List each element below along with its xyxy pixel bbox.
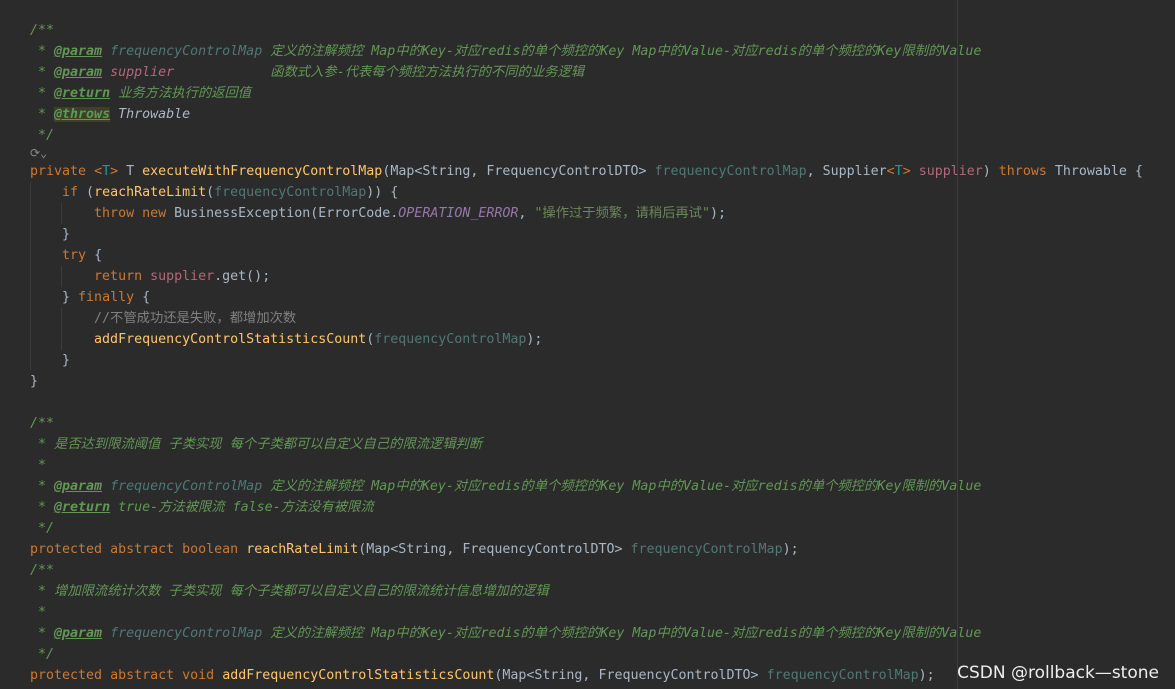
code-line: * [30, 455, 46, 476]
code-text: } [30, 374, 39, 389]
code-text: * [30, 605, 47, 620]
code-text: * @param frequencyControlMap 定义的注解频控 Map… [30, 44, 982, 59]
code-line: * 增加限流统计次数 子类实现 每个子类都可以自定义自己的限流统计信息增加的逻辑 [30, 581, 549, 602]
code-line: /** [30, 560, 54, 581]
code-line: protected abstract void addFrequencyCont… [30, 665, 935, 686]
code-line: * @param frequencyControlMap 定义的注解频控 Map… [30, 41, 981, 62]
code-line: } [30, 350, 70, 371]
code-line: } finally { [30, 287, 150, 308]
code-text: * @return true-方法被限流 false-方法没有被限流 [30, 500, 374, 515]
code-editor[interactable]: ⟳⌄ /** * @param frequencyControlMap 定义的注… [0, 0, 1175, 689]
code-line: try { [30, 245, 102, 266]
code-line: return supplier.get(); [30, 266, 270, 287]
code-line: protected abstract boolean reachRateLimi… [30, 539, 799, 560]
code-text: //不管成功还是失败，都增加次数 [94, 311, 297, 326]
code-text: */ [30, 128, 55, 143]
code-line: */ [30, 644, 54, 665]
code-text: /** [30, 416, 55, 431]
code-text: addFrequencyControlStatisticsCount(frequ… [94, 332, 543, 347]
code-text: } [30, 353, 71, 368]
code-line: * @throws Throwable [30, 104, 190, 125]
code-text: * [30, 458, 47, 473]
code-text: * @throws Throwable [30, 107, 191, 122]
code-text: return supplier.get(); [94, 269, 271, 284]
code-text: } [30, 227, 71, 242]
code-line: * @param frequencyControlMap 定义的注解频控 Map… [30, 623, 981, 644]
code-line: } [30, 371, 38, 392]
code-line: * @return 业务方法执行的返回值 [30, 83, 251, 104]
code-line: */ [30, 125, 54, 146]
code-text: */ [30, 521, 55, 536]
code-line: private <T> T executeWithFrequencyContro… [30, 161, 1143, 182]
code-line: * 是否达到限流阈值 子类实现 每个子类都可以自定义自己的限流逻辑判断 [30, 434, 482, 455]
code-line: /** [30, 20, 54, 41]
code-line: if (reachRateLimit(frequencyControlMap))… [30, 182, 398, 203]
code-line: //不管成功还是失败，都增加次数 [30, 308, 296, 329]
code-line: * [30, 602, 46, 623]
csdn-watermark: CSDN @rollback—stone [957, 663, 1159, 683]
code-text: } finally { [30, 290, 151, 305]
code-text: * @param frequencyControlMap 定义的注解频控 Map… [30, 626, 982, 641]
code-line: throw new BusinessException(ErrorCode.OP… [30, 203, 726, 224]
right-margin-guide [957, 0, 958, 689]
code-text: * 是否达到限流阈值 子类实现 每个子类都可以自定义自己的限流逻辑判断 [30, 437, 483, 452]
code-text: * @param supplier 函数式入参-代表每个频控方法执行的不同的业务… [30, 65, 585, 80]
code-text: * @return 业务方法执行的返回值 [30, 86, 252, 101]
code-text: throw new BusinessException(ErrorCode.OP… [94, 206, 726, 221]
code-text: /** [30, 23, 55, 38]
code-line: } [30, 224, 70, 245]
code-text: protected abstract boolean reachRateLimi… [30, 542, 799, 557]
code-line: * @return true-方法被限流 false-方法没有被限流 [30, 497, 374, 518]
code-line: addFrequencyControlStatisticsCount(frequ… [30, 329, 542, 350]
code-text: * 增加限流统计次数 子类实现 每个子类都可以自定义自己的限流统计信息增加的逻辑 [30, 584, 549, 599]
code-text: protected abstract void addFrequencyCont… [30, 668, 935, 683]
code-line: /** [30, 413, 54, 434]
code-text: /** [30, 563, 55, 578]
code-text: */ [30, 647, 55, 662]
code-line: */ [30, 518, 54, 539]
code-text: try { [62, 248, 103, 263]
code-line: * @param supplier 函数式入参-代表每个频控方法执行的不同的业务… [30, 62, 584, 83]
code-line: * @param frequencyControlMap 定义的注解频控 Map… [30, 476, 981, 497]
implementation-gutter-icon[interactable]: ⟳⌄ [30, 146, 47, 160]
code-text: if (reachRateLimit(frequencyControlMap))… [62, 185, 399, 200]
code-text: * @param frequencyControlMap 定义的注解频控 Map… [30, 479, 982, 494]
code-text: private <T> T executeWithFrequencyContro… [30, 164, 1143, 179]
